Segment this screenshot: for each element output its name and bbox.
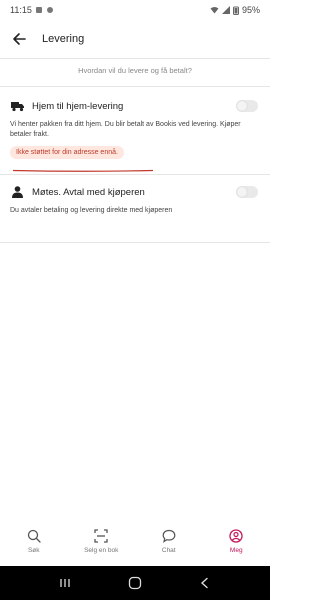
signal-icon xyxy=(221,6,230,14)
question-divider xyxy=(0,86,270,87)
profile-icon xyxy=(228,528,244,544)
back-arrow-icon[interactable] xyxy=(10,30,28,48)
system-navigation-bar xyxy=(0,566,270,600)
nav-label: Meg xyxy=(229,547,243,554)
option-meet-buyer: Møtes. Avtal med kjøperen Du avtaler bet… xyxy=(10,182,260,216)
option-description: Vi henter pakken fra ditt hjem. Du blir … xyxy=(10,121,241,138)
status-bar: 11:15 95% xyxy=(0,0,270,20)
warning-underline xyxy=(12,169,154,172)
battery-icon xyxy=(232,6,239,15)
options-bottom-divider xyxy=(0,242,270,243)
bottom-navigation: Søk Selg en bok Chat Meg xyxy=(0,520,270,566)
nav-label: Selg en bok xyxy=(84,547,119,554)
nav-profile[interactable]: Meg xyxy=(206,528,266,554)
option-home-delivery: Hjem til hjem-levering Vi henter pakken … xyxy=(10,96,260,177)
delivery-question: Hvordan vil du levere og få betalt? xyxy=(78,66,192,75)
app-bar: Levering xyxy=(0,22,270,56)
nav-sell-book[interactable]: Selg en bok xyxy=(71,528,131,554)
chat-icon xyxy=(161,528,177,544)
recent-apps-icon[interactable] xyxy=(55,573,75,593)
option-title: Hjem til hjem-levering xyxy=(32,100,124,112)
warning-badge: Ikke støttet for din adresse ennå. xyxy=(10,146,124,159)
header-divider xyxy=(0,58,270,59)
nav-chat[interactable]: Chat xyxy=(139,528,199,554)
notification-icon xyxy=(46,7,53,13)
wifi-icon xyxy=(210,7,219,14)
option-title: Møtes. Avtal med kjøperen xyxy=(32,186,145,198)
page-title: Levering xyxy=(42,33,85,45)
search-icon xyxy=(26,528,42,544)
person-icon xyxy=(10,185,24,199)
option-description: Du avtaler betaling og levering direkte … xyxy=(10,207,173,214)
truck-icon xyxy=(10,99,24,113)
battery-level: 95% xyxy=(241,5,260,15)
nav-search[interactable]: Søk xyxy=(4,528,64,554)
home-delivery-toggle[interactable] xyxy=(236,100,258,112)
back-icon[interactable] xyxy=(195,573,215,593)
notification-icon xyxy=(35,7,42,13)
status-time: 11:15 xyxy=(10,5,32,15)
nav-label: Søk xyxy=(27,547,40,554)
nav-label: Chat xyxy=(161,547,176,554)
meet-buyer-toggle[interactable] xyxy=(236,186,258,198)
home-icon[interactable] xyxy=(125,573,145,593)
options-divider xyxy=(0,174,270,175)
scan-icon xyxy=(93,528,109,544)
